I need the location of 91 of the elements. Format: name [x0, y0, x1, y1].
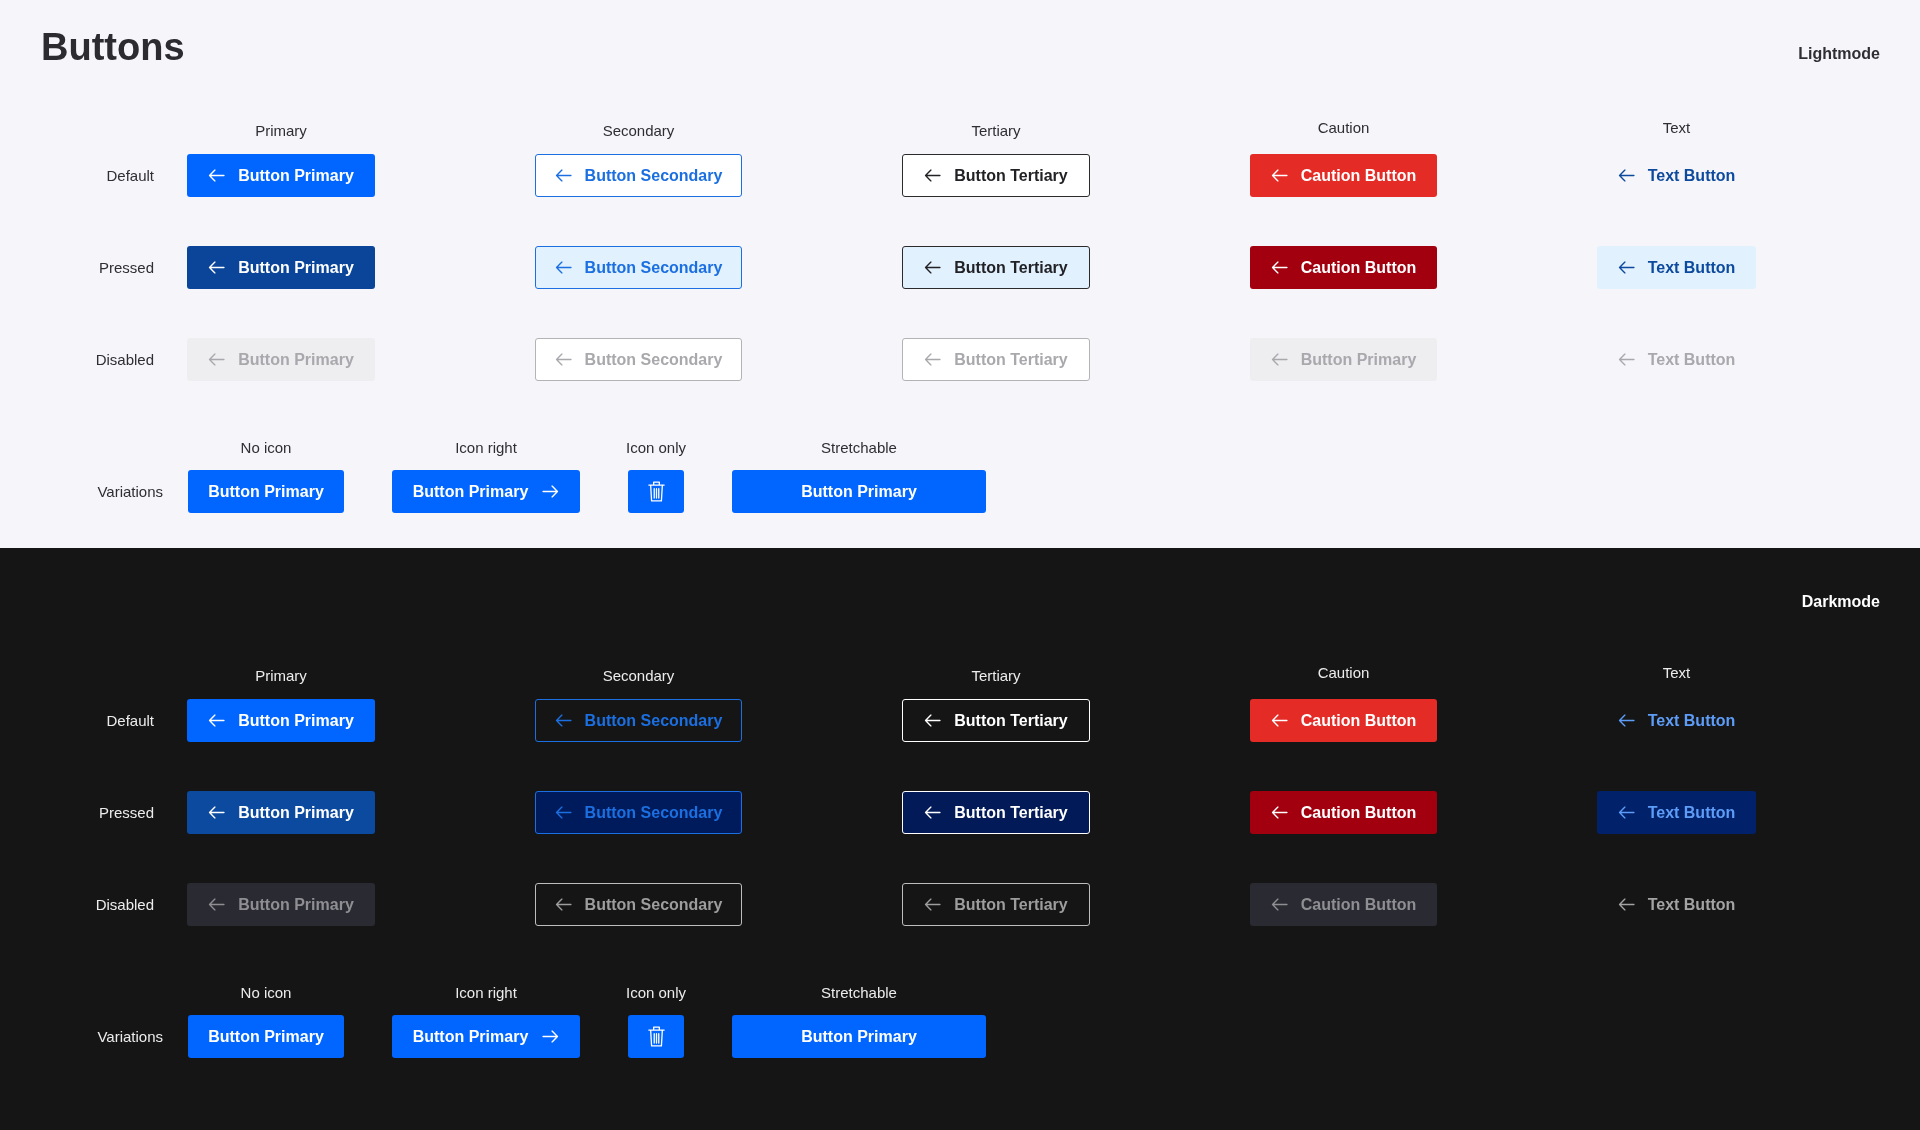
arrow-button[interactable]: Text Button	[1597, 246, 1756, 289]
column-heading: Caution	[1317, 118, 1370, 138]
column-heading: Text	[1662, 118, 1691, 138]
arrow-button[interactable]: Text Button	[1597, 154, 1756, 197]
variation-heading: No icon	[240, 983, 292, 1003]
variation-heading: Icon only	[625, 983, 686, 1003]
arrow-left-icon	[208, 169, 226, 182]
row-label: Default	[106, 710, 154, 731]
arrow-button[interactable]: Caution Button	[1250, 791, 1437, 834]
arrow-button[interactable]: Button Primary	[187, 154, 375, 197]
variation-heading: Icon only	[625, 438, 686, 458]
arrow-button[interactable]: Caution Button	[1250, 699, 1437, 742]
arrow-left-icon	[1617, 353, 1635, 366]
arrow-left-icon	[924, 714, 942, 727]
arrow-button[interactable]: Button Primary	[187, 699, 375, 742]
variation-heading: Stretchable	[821, 983, 897, 1003]
text-button[interactable]: Button Primary	[732, 1015, 986, 1058]
trash-icon	[647, 1026, 665, 1047]
arrow-left-icon	[1270, 261, 1288, 274]
icon-button[interactable]	[628, 470, 684, 513]
arrow-left-icon	[1270, 806, 1288, 819]
icon-button[interactable]	[628, 1015, 684, 1058]
arrow-left-icon	[208, 806, 226, 819]
arrow-right-icon	[542, 1030, 560, 1043]
arrow-left-icon	[554, 714, 572, 727]
trash-icon	[647, 481, 665, 502]
arrow-left-icon	[208, 353, 226, 366]
arrow-left-icon	[1617, 169, 1635, 182]
row-label: Default	[106, 165, 154, 186]
arrow-button[interactable]: Button Secondary	[535, 246, 742, 289]
arrow-left-icon	[554, 169, 572, 182]
text-button[interactable]: Button Primary	[188, 1015, 344, 1058]
arrow-left-icon	[554, 261, 572, 274]
arrow-left-icon	[1270, 898, 1288, 911]
arrow-left-icon	[208, 261, 226, 274]
arrow-left-icon	[1617, 806, 1635, 819]
arrow-button[interactable]: Button Primary	[187, 246, 375, 289]
arrow-button[interactable]: Button Tertiary	[902, 246, 1090, 289]
arrow-left-icon	[1270, 714, 1288, 727]
arrow-button[interactable]: Button Tertiary	[902, 791, 1090, 834]
arrow-button[interactable]: Button Primary	[187, 791, 375, 834]
arrow-left-icon	[924, 169, 942, 182]
arrow-left-icon	[924, 353, 942, 366]
arrow-right-icon	[542, 485, 560, 498]
arrow-left-icon	[554, 898, 572, 911]
arrow-button[interactable]: Text Button	[1597, 791, 1756, 834]
variation-heading: Icon right	[455, 983, 517, 1003]
arrow-button[interactable]: Text Button	[1597, 699, 1756, 742]
arrow-left-icon	[924, 806, 942, 819]
arrow-left-icon	[208, 714, 226, 727]
row-label: Disabled	[95, 349, 154, 370]
arrow-button[interactable]: Button Tertiary	[902, 154, 1090, 197]
row-label: Variations	[97, 1026, 163, 1047]
row-label: Disabled	[95, 894, 154, 915]
column-heading: Tertiary	[971, 666, 1021, 686]
arrow-button[interactable]: Button Secondary	[535, 154, 742, 197]
text-button[interactable]: Button Primary	[188, 470, 344, 513]
arrow-left-icon	[1270, 169, 1288, 182]
arrow-button[interactable]: Button Secondary	[535, 699, 742, 742]
variation-heading: No icon	[240, 438, 292, 458]
arrow-left-icon	[1270, 353, 1288, 366]
arrow-left-icon	[208, 898, 226, 911]
arrow-left-icon	[1617, 261, 1635, 274]
arrow-left-icon	[924, 261, 942, 274]
arrow-button[interactable]: Button Primary	[392, 470, 580, 513]
mode-label: Lightmode	[1798, 44, 1880, 64]
column-heading: Tertiary	[971, 121, 1021, 141]
column-heading: Primary	[255, 121, 307, 141]
variation-heading: Stretchable	[821, 438, 897, 458]
arrow-button[interactable]: Button Tertiary	[902, 699, 1090, 742]
column-heading: Secondary	[602, 121, 675, 141]
arrow-button[interactable]: Caution Button	[1250, 154, 1437, 197]
row-label: Variations	[97, 481, 163, 502]
row-label: Pressed	[98, 257, 154, 278]
row-label: Pressed	[98, 802, 154, 823]
text-button[interactable]: Button Primary	[732, 470, 986, 513]
arrow-left-icon	[924, 898, 942, 911]
arrow-left-icon	[1617, 714, 1635, 727]
arrow-button[interactable]: Caution Button	[1250, 246, 1437, 289]
variation-heading: Icon right	[455, 438, 517, 458]
arrow-left-icon	[554, 806, 572, 819]
page-title: Buttons	[41, 25, 185, 70]
arrow-button[interactable]: Button Primary	[392, 1015, 580, 1058]
column-heading: Secondary	[602, 666, 675, 686]
arrow-left-icon	[554, 353, 572, 366]
arrow-button[interactable]: Button Secondary	[535, 791, 742, 834]
mode-label: Darkmode	[1801, 592, 1880, 612]
column-heading: Text	[1662, 663, 1691, 683]
column-heading: Primary	[255, 666, 307, 686]
arrow-left-icon	[1617, 898, 1635, 911]
column-heading: Caution	[1317, 663, 1370, 683]
